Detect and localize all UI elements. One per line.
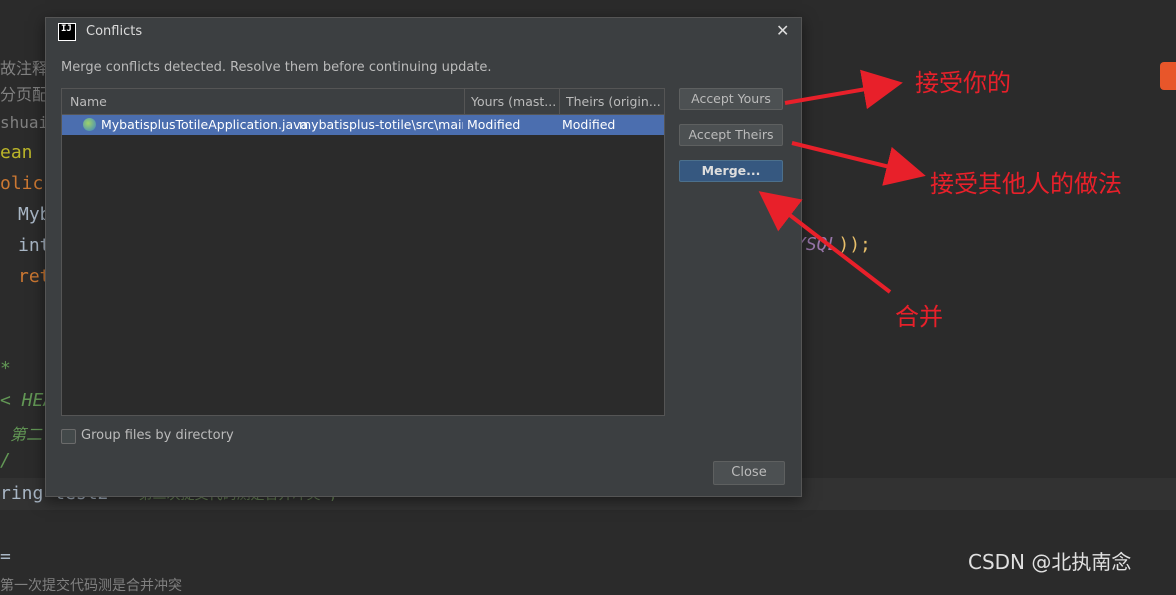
annotation-accept-yours: 接受你的: [915, 69, 1011, 97]
arrow-accept-theirs: [791, 141, 926, 186]
annotation-merge: 合并: [895, 303, 943, 331]
watermark: CSDN @北执南念: [968, 550, 1132, 574]
annotation-accept-theirs: 接受其他人的做法: [930, 170, 1122, 198]
arrow-accept-yours: [784, 69, 903, 110]
arrow-merge: [758, 191, 892, 294]
